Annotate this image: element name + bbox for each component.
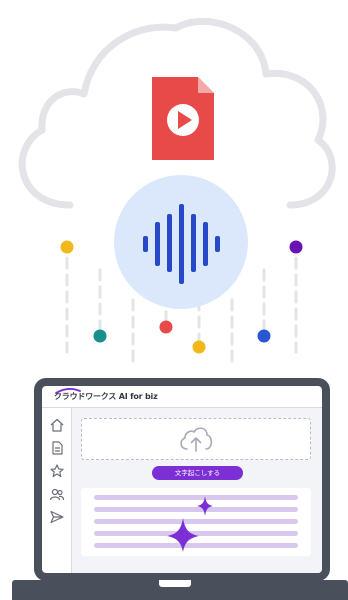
dot-purple: [289, 240, 303, 254]
transcribe-button[interactable]: 文字起こしする: [152, 466, 243, 480]
audio-wave-icon: [114, 175, 248, 309]
logo-swoosh-icon: [55, 388, 81, 394]
send-icon[interactable]: [49, 509, 65, 525]
app-header: クラウドワークス AI for biz: [42, 386, 322, 408]
laptop-notch: [158, 580, 192, 588]
dot-blue: [257, 329, 271, 343]
dot-red: [159, 320, 173, 334]
dot-yellow-center: [192, 340, 206, 354]
app-screen: クラウドワークス AI for biz 文字起こしする: [42, 386, 322, 573]
star-icon[interactable]: [49, 463, 65, 479]
sparkle-icon: [167, 496, 213, 552]
video-file-icon: [152, 77, 214, 160]
home-icon[interactable]: [49, 417, 65, 433]
upload-icon: [180, 427, 213, 452]
app-sidebar: [42, 408, 72, 573]
dot-yellow-left: [60, 240, 74, 254]
document-icon[interactable]: [49, 440, 65, 456]
users-icon[interactable]: [49, 486, 65, 502]
illustration: [18, 17, 336, 364]
app-main: 文字起こしする: [72, 408, 322, 573]
laptop-frame: クラウドワークス AI for biz 文字起こしする: [34, 378, 330, 581]
transcription-result: [81, 488, 311, 556]
dot-teal: [93, 329, 107, 343]
upload-dropzone[interactable]: [81, 418, 311, 460]
